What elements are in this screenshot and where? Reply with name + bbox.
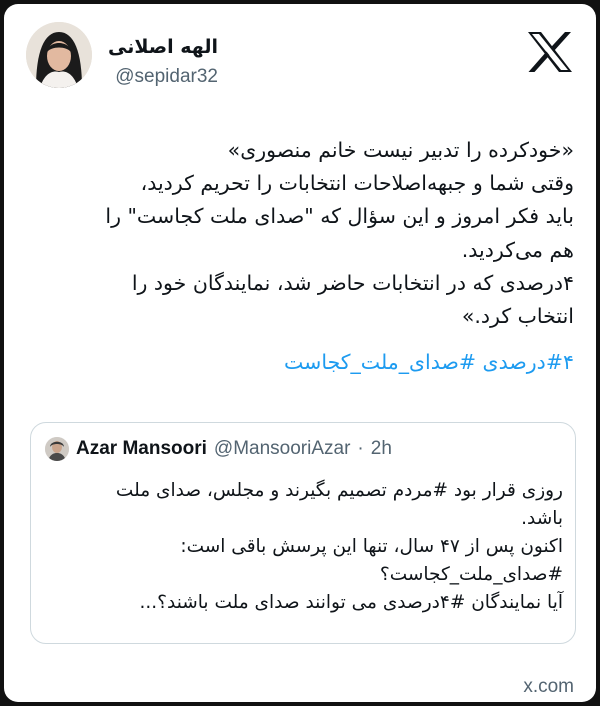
source-label[interactable]: x.com [523,676,574,698]
author-info: الهه اصلانی @sepidar32 [108,34,218,90]
author-handle[interactable]: @sepidar32 [108,64,218,90]
author-name[interactable]: الهه اصلانی [108,34,218,60]
tweet-hashtags[interactable]: #۴درصدی #صدای_ملت_کجاست [34,346,574,379]
quoted-tweet[interactable]: Azar Mansoori @MansooriAzar · 2h روزی قر… [30,422,576,644]
quoted-tweet-time[interactable]: 2h [371,438,392,460]
tweet-card: الهه اصلانی @sepidar32 «خودکرده را تدبیر… [4,4,596,702]
separator-dot: · [357,438,364,459]
quoted-author-avatar[interactable] [45,437,69,461]
quoted-tweet-text: روزی قرار بود #مردم تصمیم بگیرند و مجلس،… [115,480,563,613]
quoted-tweet-header: Azar Mansoori @MansooriAzar · 2h [45,437,392,461]
tweet-text: «خودکرده را تدبیر نیست خانم منصوری» وقتی… [105,138,574,329]
author-avatar[interactable] [26,22,92,88]
x-logo-icon[interactable] [526,30,574,74]
quoted-author-handle[interactable]: @MansooriAzar [214,438,351,460]
quoted-author-name[interactable]: Azar Mansoori [76,438,207,460]
